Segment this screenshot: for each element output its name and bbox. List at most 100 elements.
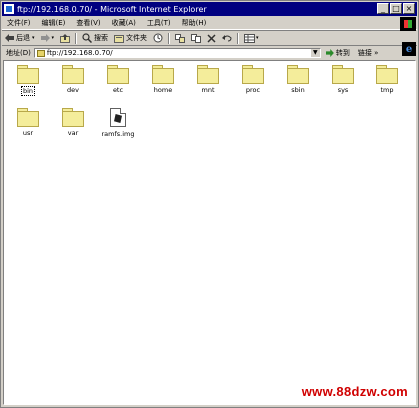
folder-item[interactable]: proc (233, 65, 273, 94)
links-button[interactable]: 链接 » (358, 48, 379, 58)
folder-item[interactable]: sbin (278, 65, 318, 94)
toolbar: 后退 ▾ ▾ 搜索 文件夹 ▾ (2, 30, 400, 46)
folder-icon (107, 65, 129, 84)
file-label: ramfs.img (101, 130, 135, 138)
address-value[interactable]: ftp://192.168.0.70/ (47, 49, 113, 57)
folder-item[interactable]: bin (8, 65, 48, 96)
ie-app-icon (4, 4, 14, 14)
close-button[interactable]: × (403, 3, 415, 14)
folder-item[interactable]: home (143, 65, 183, 94)
maximize-button[interactable]: □ (390, 3, 402, 14)
folder-item[interactable]: usr (8, 108, 48, 137)
folder-label: home (153, 86, 173, 94)
window-title: ftp://192.168.0.70/ - Microsoft Internet… (17, 4, 207, 14)
forward-dropdown-icon[interactable]: ▾ (52, 35, 55, 41)
folder-item[interactable]: mnt (188, 65, 228, 94)
undo-button[interactable] (219, 32, 235, 45)
chevron-right-icon: » (374, 49, 379, 57)
folder-item[interactable]: etc (98, 65, 138, 94)
views-button[interactable]: ▾ (241, 32, 262, 45)
menu-file[interactable]: 文件(F) (2, 18, 37, 28)
folder-label: etc (112, 86, 124, 94)
toolbar-separator (168, 32, 171, 44)
folder-label: sbin (291, 86, 305, 94)
undo-icon (222, 35, 232, 42)
folder-icon (376, 65, 398, 84)
search-label: 搜索 (94, 34, 109, 42)
file-view: bin dev etc home mnt proc sbin sys tmp u… (3, 60, 416, 405)
folder-icon (17, 65, 39, 84)
copy-to-button[interactable] (188, 32, 204, 45)
window-controls: _ □ × (376, 3, 415, 14)
title-bar[interactable]: ftp://192.168.0.70/ - Microsoft Internet… (2, 2, 417, 16)
folders-label: 文件夹 (126, 34, 148, 42)
ftp-folder-icon (36, 49, 45, 57)
back-dropdown-icon[interactable]: ▾ (32, 35, 35, 41)
folder-icon (62, 108, 84, 127)
links-label: 链接 (357, 49, 372, 57)
folders-button[interactable]: 文件夹 (111, 32, 150, 45)
folder-item[interactable]: dev (53, 65, 93, 94)
windows-logo-icon (400, 17, 416, 31)
folder-icon (332, 65, 354, 84)
folder-label: usr (22, 129, 34, 137)
folder-label: proc (245, 86, 261, 94)
history-button[interactable] (150, 32, 166, 45)
folder-label: sys (337, 86, 349, 94)
views-icon (244, 33, 256, 43)
menu-help[interactable]: 帮助(H) (177, 18, 213, 28)
delete-icon (207, 33, 216, 43)
up-folder-icon (60, 33, 71, 43)
views-dropdown-icon[interactable]: ▾ (256, 35, 259, 41)
menu-edit[interactable]: 编辑(E) (37, 18, 72, 28)
address-input[interactable]: ftp://192.168.0.70/ ▼ (33, 48, 321, 58)
watermark: www.88dzw.com (301, 384, 408, 399)
toolbar-separator (75, 32, 78, 44)
folder-icon (197, 65, 219, 84)
forward-button[interactable]: ▾ (38, 32, 58, 45)
file-item[interactable]: ramfs.img (98, 108, 138, 138)
ie-logo-icon: e (402, 42, 416, 56)
address-label: 地址(D) (6, 49, 31, 57)
search-icon (82, 33, 93, 43)
address-bar: 地址(D) ftp://192.168.0.70/ ▼ 转到 链接 » (2, 45, 417, 60)
folder-label: dev (67, 86, 79, 94)
folder-icon (242, 65, 264, 84)
menu-view[interactable]: 查看(V) (71, 18, 106, 28)
history-icon (153, 33, 163, 43)
copy-to-icon (191, 33, 202, 43)
menu-favorites[interactable]: 收藏(A) (107, 18, 142, 28)
back-button[interactable]: 后退 ▾ (2, 32, 38, 45)
folder-icon (287, 65, 309, 84)
menu-tools[interactable]: 工具(T) (142, 18, 177, 28)
folder-item[interactable]: sys (323, 65, 363, 94)
file-icon (110, 108, 126, 127)
go-button[interactable]: 转到 (325, 48, 350, 58)
forward-arrow-icon (40, 34, 50, 42)
back-arrow-icon (5, 34, 14, 42)
folder-item[interactable]: tmp (367, 65, 407, 94)
search-button[interactable]: 搜索 (79, 32, 111, 45)
delete-button[interactable] (204, 32, 219, 45)
folders-icon (114, 34, 125, 43)
up-folder-button[interactable] (57, 32, 73, 45)
back-label: 后退 (16, 34, 30, 42)
go-arrow-icon (325, 49, 334, 57)
browser-window: ftp://192.168.0.70/ - Microsoft Internet… (0, 0, 419, 408)
menu-bar: 文件(F) 编辑(E) 查看(V) 收藏(A) 工具(T) 帮助(H) (2, 17, 417, 30)
folder-item[interactable]: var (53, 108, 93, 137)
folder-label: bin (20, 86, 36, 96)
move-to-button[interactable] (172, 32, 188, 45)
file-type-glyph (114, 114, 122, 123)
folder-label: mnt (201, 86, 215, 94)
move-to-icon (175, 33, 186, 43)
address-dropdown-icon[interactable]: ▼ (309, 49, 320, 57)
folder-icon (17, 108, 39, 127)
folder-icon (62, 65, 84, 84)
folder-label: var (67, 129, 79, 137)
go-label: 转到 (335, 49, 350, 57)
folder-label: tmp (380, 86, 394, 94)
folder-icon (152, 65, 174, 84)
toolbar-separator (237, 32, 240, 44)
minimize-button[interactable]: _ (377, 3, 389, 14)
